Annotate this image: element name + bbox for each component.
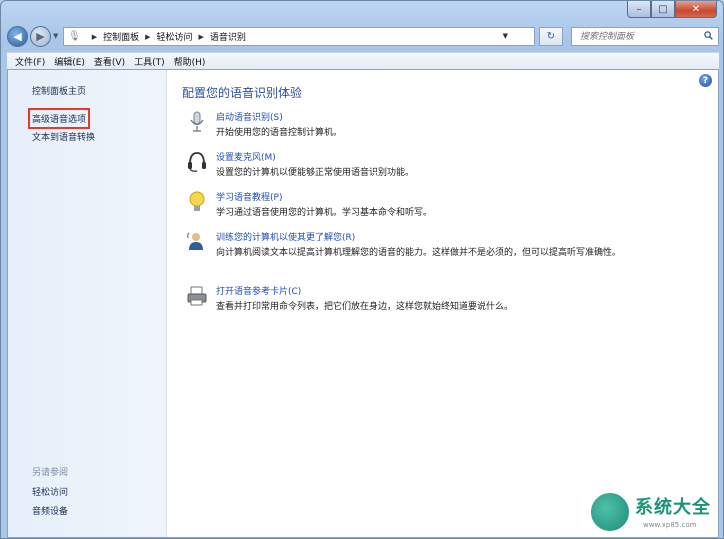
sidebar-home-link[interactable]: 控制面板主页 [32, 84, 86, 97]
start-speech-recognition-link[interactable]: 启动语音识别(S) [216, 110, 283, 123]
task-description: 设置您的计算机以便能够正常使用语音识别功能。 [216, 168, 415, 178]
close-button[interactable]: ✕ [675, 1, 717, 18]
minimize-button[interactable]: – [627, 1, 651, 18]
arrow-left-icon: ◀ [13, 30, 22, 43]
sidebar-text-to-speech[interactable]: 文本到语音转换 [32, 130, 95, 143]
sidebar: 控制面板主页 高级语音选项 文本到语音转换 另请参阅 轻松访问 音频设备 [8, 70, 167, 537]
microphone-small-icon: 🎙 [68, 31, 81, 42]
user-train-icon [187, 232, 203, 250]
refresh-icon: ↻ [546, 31, 556, 42]
sidebar-audio-devices[interactable]: 音频设备 [32, 504, 68, 517]
sidebar-advanced-speech-options[interactable]: 高级语音选项 [27, 108, 91, 129]
task-description: 学习通过语音使用您的计算机。学习基本命令和听写。 [216, 208, 433, 218]
see-also-label: 另请参阅 [32, 468, 69, 478]
menu-edit[interactable]: 编辑(E) [54, 55, 85, 68]
menu-help[interactable]: 帮助(H) [174, 55, 206, 68]
address-dropdown-icon[interactable]: ▼ [503, 32, 508, 40]
microphone-icon [190, 111, 204, 132]
printer-icon [187, 286, 207, 306]
breadcrumb: ▶ 控制面板 ▶ 轻松访问 ▶ 语音识别 [86, 30, 246, 44]
lightbulb-icon [189, 191, 205, 211]
address-bar[interactable]: 🎙 ▶ 控制面板 ▶ 轻松访问 ▶ 语音识别 ▼ [63, 27, 535, 46]
globe-logo-icon [589, 491, 631, 533]
search-icon[interactable] [704, 31, 713, 40]
task-description: 开始使用您的语音控制计算机。 [216, 128, 343, 138]
help-icon[interactable]: ? [699, 74, 712, 87]
caption-buttons: – □ ✕ [627, 1, 717, 18]
breadcrumb-separator-icon[interactable]: ▶ [199, 33, 204, 41]
watermark-logo: 系统大全 www.xp85.com [589, 491, 723, 538]
maximize-button[interactable]: □ [651, 1, 675, 18]
forward-button[interactable]: ▶ [30, 26, 51, 47]
window: – □ ✕ ◀ ▶ ▼ 🎙 ▶ 控制面板 ▶ 轻松访问 ▶ 语音识别 ▼ ↻ 文… [0, 0, 724, 539]
breadcrumb-separator-icon: ▶ [91, 32, 98, 41]
breadcrumb-ease-of-access[interactable]: 轻松访问 [157, 30, 193, 43]
menu-file[interactable]: 文件(F) [15, 55, 45, 68]
main-panel: ? 配置您的语音识别体验 启动语音识别(S) 开始使用您的语音控制计算机。 设置… [166, 70, 718, 537]
headset-icon [188, 152, 206, 172]
watermark-text: 系统大全 [635, 497, 711, 518]
task-description: 向计算机阅读文本以提高计算机理解您的语音的能力。这样做并不是必须的，但可以提高听… [216, 248, 622, 258]
set-up-microphone-link[interactable]: 设置麦克风(M) [216, 150, 276, 163]
search-box[interactable] [571, 27, 719, 46]
menu-bar: 文件(F) 编辑(E) 查看(V) 工具(T) 帮助(H) [7, 52, 719, 69]
reference-card-link[interactable]: 打开语音参考卡片(C) [216, 284, 301, 297]
refresh-button[interactable]: ↻ [539, 27, 563, 46]
arrow-right-icon: ▶ [36, 30, 45, 43]
sidebar-ease-of-access[interactable]: 轻松访问 [32, 485, 68, 498]
breadcrumb-separator-icon[interactable]: ▶ [145, 33, 150, 41]
search-input[interactable] [578, 30, 700, 43]
task-description: 查看并打印常用命令列表，把它们放在身边，这样您就始终知道要说什么。 [216, 302, 514, 312]
train-computer-link[interactable]: 训练您的计算机以使其更了解您(R) [216, 230, 355, 243]
speech-tutorial-link[interactable]: 学习语音教程(P) [216, 190, 282, 203]
page-title: 配置您的语音识别体验 [182, 86, 303, 100]
breadcrumb-control-panel[interactable]: 控制面板 [103, 30, 139, 43]
content-area: 控制面板主页 高级语音选项 文本到语音转换 另请参阅 轻松访问 音频设备 ? 配… [7, 69, 719, 538]
recent-pages-dropdown[interactable]: ▼ [53, 32, 58, 40]
menu-tools[interactable]: 工具(T) [134, 55, 165, 68]
breadcrumb-speech-recognition[interactable]: 语音识别 [210, 30, 246, 43]
back-button[interactable]: ◀ [7, 26, 28, 47]
menu-view[interactable]: 查看(V) [94, 55, 125, 68]
watermark-url: www.xp85.com [643, 521, 697, 529]
address-row: ◀ ▶ ▼ 🎙 ▶ 控制面板 ▶ 轻松访问 ▶ 语音识别 ▼ ↻ [7, 25, 719, 49]
